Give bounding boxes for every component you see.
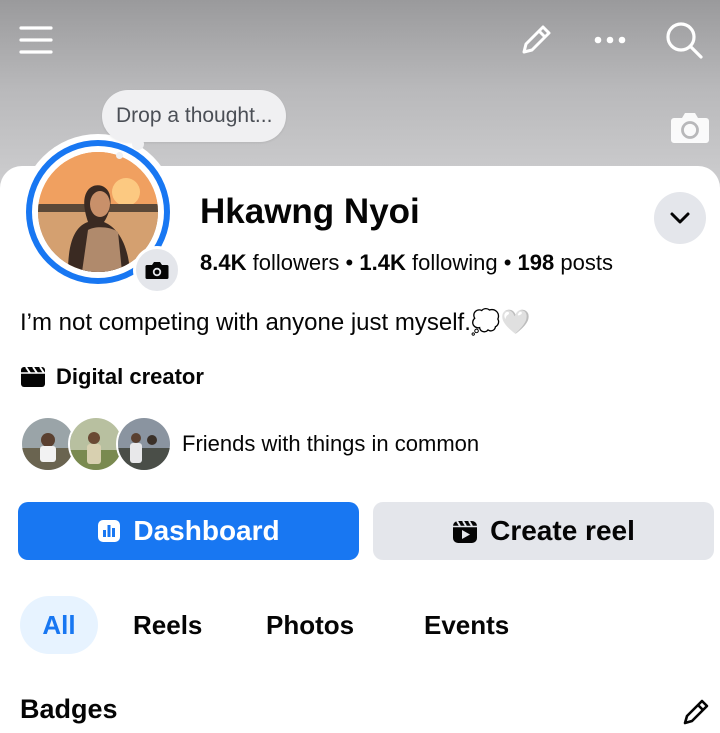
stats-separator: • [345, 250, 354, 275]
followers-label[interactable]: followers [253, 250, 340, 275]
cover-camera-icon[interactable] [670, 110, 710, 144]
create-reel-button[interactable]: Create reel [373, 502, 714, 560]
dashboard-button[interactable]: Dashboard [18, 502, 359, 560]
category-label: Digital creator [56, 364, 204, 389]
dashboard-icon [98, 520, 121, 542]
mutual-friends-row[interactable]: Friends with things in common [20, 416, 479, 472]
edit-badges-pencil-icon[interactable] [680, 696, 712, 728]
thought-dot [132, 138, 144, 150]
more-dots-icon[interactable] [588, 18, 632, 62]
stats-separator-2: • [503, 250, 512, 275]
profile-category: Digital creator [20, 364, 204, 390]
avatar-camera-icon[interactable] [133, 246, 181, 294]
following-count[interactable]: 1.4K [359, 250, 405, 275]
friend-avatar[interactable] [116, 416, 172, 472]
profile-bio: I’m not competing with anyone just mysel… [20, 309, 531, 336]
pencil-icon[interactable] [514, 18, 558, 62]
posts-count: 198 [517, 250, 555, 275]
badges-heading: Badges [20, 694, 118, 724]
tab-reels[interactable]: Reels [133, 596, 202, 654]
thought-bubble[interactable]: Drop a thought... [102, 90, 287, 142]
top-bar [0, 0, 720, 84]
tab-all[interactable]: All [20, 596, 98, 654]
chevron-down-icon [670, 212, 690, 224]
profile-name: Hkawng Nyoi [200, 192, 420, 231]
dashboard-label: Dashboard [133, 515, 280, 546]
create-reel-label: Create reel [490, 515, 635, 546]
profile-stats: 8.4K followers • 1.4K following • 198 po… [200, 250, 613, 276]
following-label[interactable]: following [412, 250, 498, 275]
thought-placeholder: Drop a thought... [116, 104, 273, 127]
posts-label: posts [560, 250, 613, 275]
reel-icon [453, 520, 478, 543]
tab-events[interactable]: Events [424, 596, 509, 654]
mutual-friends-label: Friends with things in common [182, 431, 480, 456]
thought-dot-small [116, 152, 123, 159]
profile-options-button[interactable] [654, 192, 706, 244]
hamburger-icon[interactable] [14, 18, 58, 62]
search-icon[interactable] [662, 18, 706, 62]
tab-photos[interactable]: Photos [266, 596, 354, 654]
followers-count[interactable]: 8.4K [200, 250, 246, 275]
clapperboard-icon [21, 366, 45, 387]
